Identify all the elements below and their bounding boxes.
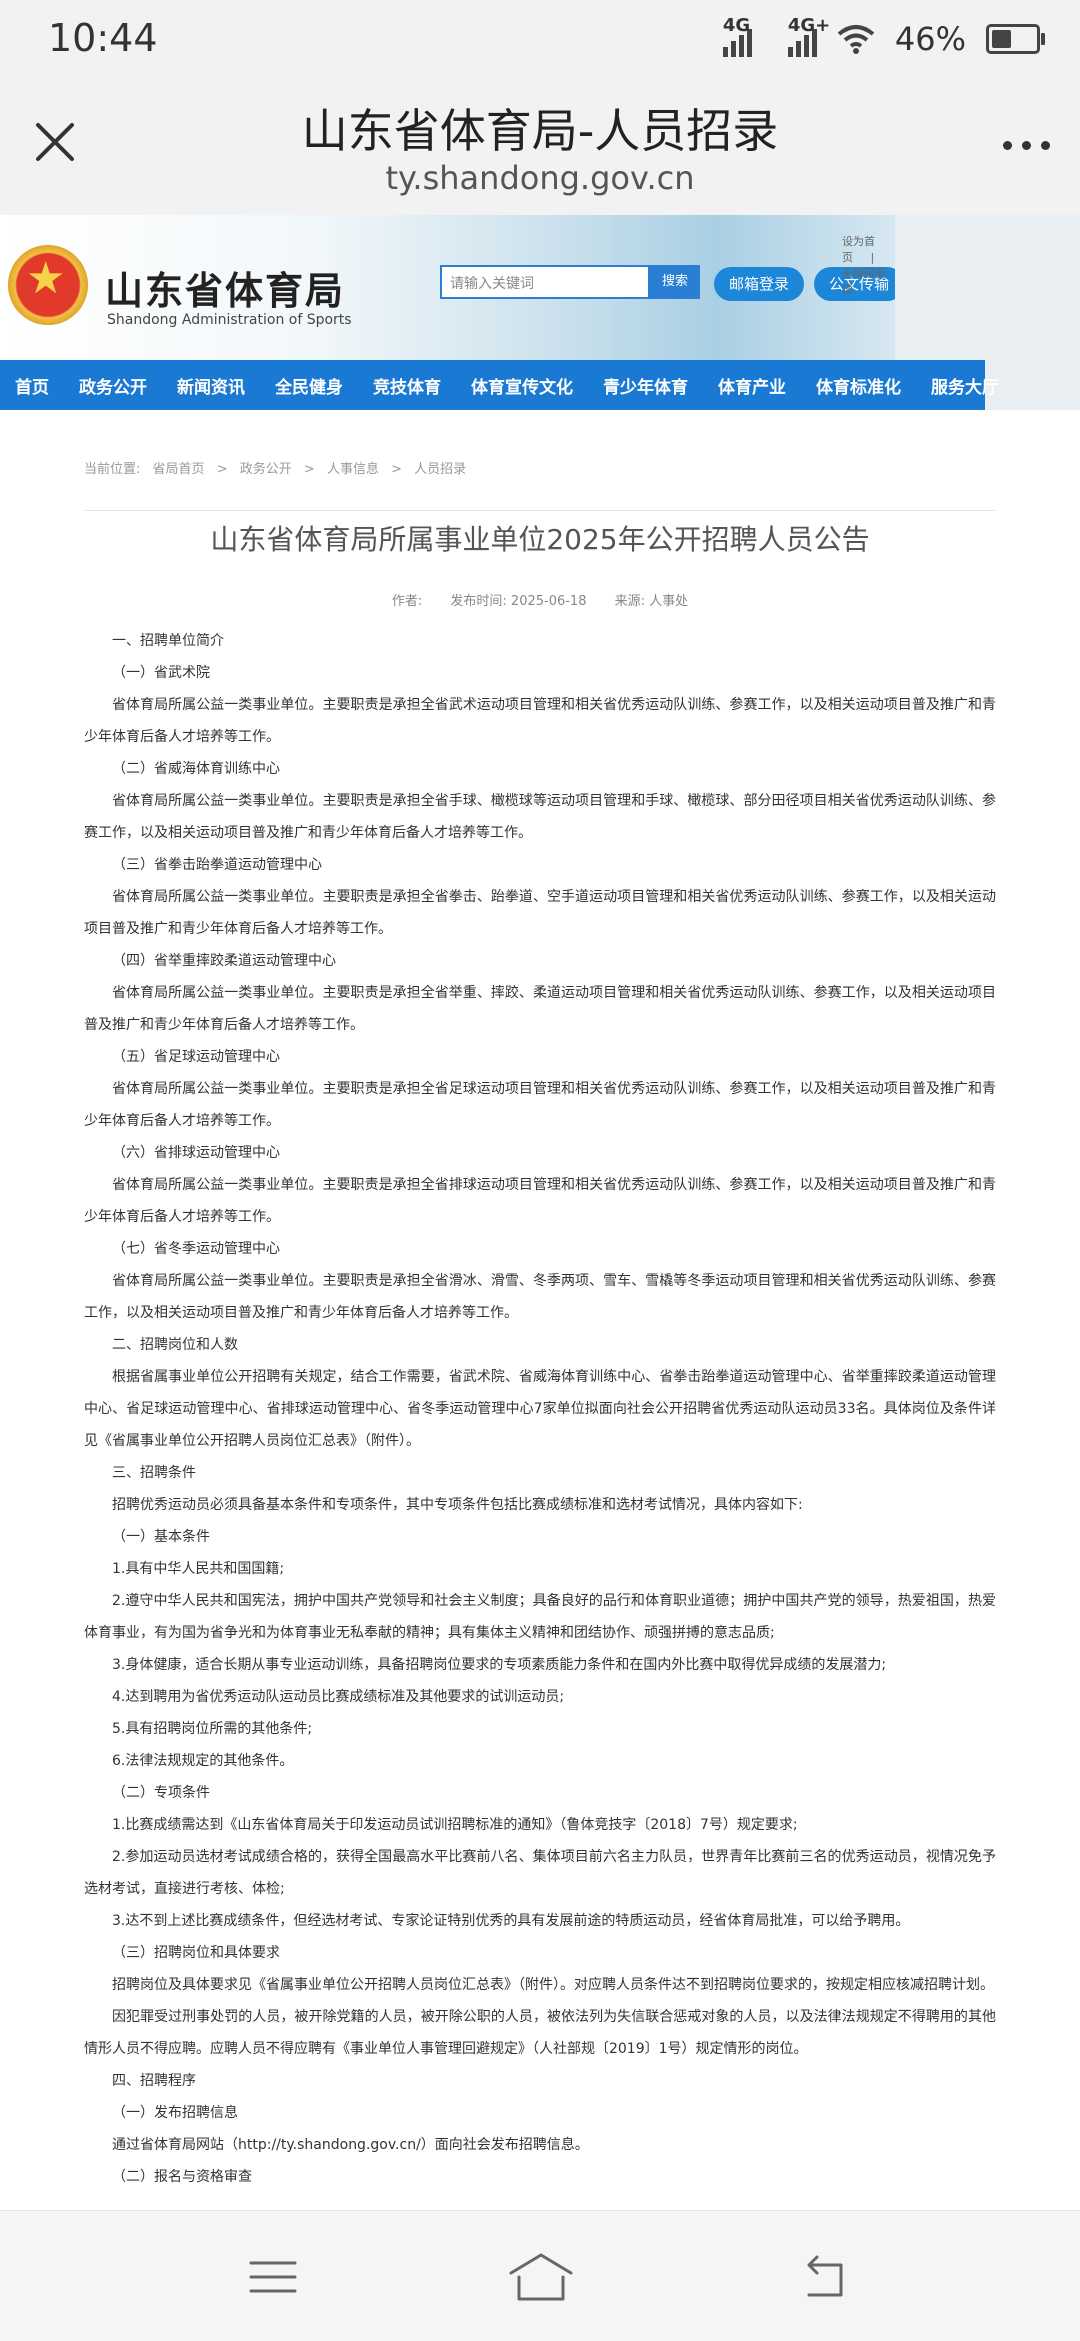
signal-4g-icon: 4G xyxy=(722,15,752,57)
wifi-icon xyxy=(837,25,875,54)
page-title: 山东省体育局-人员招录 xyxy=(301,104,779,158)
article-paragraph: 6.法律法规规定的其他条件。 xyxy=(112,1753,294,1769)
article-paragraph: （一）发布招聘信息 xyxy=(112,2105,238,2121)
top-links: 设为首页 | 无障碍阅读 xyxy=(842,233,895,297)
article-paragraph: （一）省武术院 xyxy=(112,665,210,681)
article-paragraph: 省体育局所属公益一类事业单位。主要职责是承担全省排球运动项目管理和相关省优秀运动… xyxy=(84,1177,996,1225)
site-header: ★ 山东省体育局 Shandong Administration of Spor… xyxy=(0,215,1080,410)
article-paragraph: 2.参加运动员选材考试成绩合格的，获得全国最高水平比赛前八名、集体项目前六名主力… xyxy=(84,1849,996,1897)
breadcrumb-home[interactable]: 省局首页 xyxy=(153,462,205,477)
breadcrumb-separator: > xyxy=(391,462,402,477)
article-paragraph: （三）省拳击跆拳道运动管理中心 xyxy=(112,857,322,873)
nav-item-standardization[interactable]: 体育标准化 xyxy=(801,373,916,398)
article-content: 当前位置: 省局首页 > 政务公开 > 人事信息 > 人员招录 山东省体育局所属… xyxy=(0,410,1080,2210)
article-paragraph: 3.身体健康，适合长期从事专业运动训练，具备招聘岗位要求的专项素质能力条件和在国… xyxy=(112,1657,887,1673)
article-paragraph: 省体育局所属公益一类事业单位。主要职责是承担全省举重、摔跤、柔道运动项目管理和相… xyxy=(84,985,996,1033)
page-url: ty.shandong.gov.cn xyxy=(385,159,695,197)
article-paragraph: 4.达到聘用为省优秀运动队运动员比赛成绩标准及其他要求的试训运动员; xyxy=(112,1689,565,1705)
nav-item-fitness[interactable]: 全民健身 xyxy=(260,373,358,398)
article-paragraph: 三、招聘条件 xyxy=(112,1465,196,1481)
article-paragraph: 省体育局所属公益一类事业单位。主要职责是承担全省拳击、跆拳道、空手道运动项目管理… xyxy=(84,889,996,937)
article-paragraph: （二）专项条件 xyxy=(112,1785,210,1801)
divider xyxy=(84,510,996,511)
article-paragraph: （五）省足球运动管理中心 xyxy=(112,1049,280,1065)
browser-top-bar: 山东省体育局-人员招录 ty.shandong.gov.cn xyxy=(0,85,1080,215)
nav-item-youth-sports[interactable]: 青少年体育 xyxy=(588,373,703,398)
article-paragraph: 省体育局所属公益一类事业单位。主要职责是承担全省手球、橄榄球等运动项目管理和手球… xyxy=(84,793,996,841)
nav-item-service-hall[interactable]: 服务大厅 xyxy=(916,373,1014,398)
article-paragraph: 1.具有中华人民共和国国籍; xyxy=(112,1561,285,1577)
nav-item-sports-industry[interactable]: 体育产业 xyxy=(703,373,801,398)
more-menu-icon[interactable] xyxy=(1003,141,1050,150)
status-time: 10:44 xyxy=(48,16,158,60)
article-paragraph: 因犯罪受过刑事处罚的人员，被开除党籍的人员，被开除公职的人员，被依法列为失信联合… xyxy=(84,2009,996,2057)
article-paragraph: （二）省威海体育训练中心 xyxy=(112,761,280,777)
status-bar: 10:44 4G 4G+ 46% xyxy=(0,0,1080,85)
article-paragraph: 5.具有招聘岗位所需的其他条件; xyxy=(112,1721,313,1737)
article-paragraph: 二、招聘岗位和人数 xyxy=(112,1337,238,1353)
menu-icon[interactable] xyxy=(243,2247,303,2307)
article-paragraph: （七）省冬季运动管理中心 xyxy=(112,1241,280,1257)
national-emblem-icon: ★ xyxy=(8,245,88,325)
article-source: 来源: 人事处 xyxy=(614,594,689,609)
article-paragraph: 根据省属事业单位公开招聘有关规定，结合工作需要，省武术院、省威海体育训练中心、省… xyxy=(84,1369,996,1449)
article-meta: 作者: 发布时间: 2025-06-18 来源: 人事处 xyxy=(0,590,1080,609)
breadcrumb-separator: > xyxy=(216,462,228,477)
article-paragraph: 省体育局所属公益一类事业单位。主要职责是承担全省足球运动项目管理和相关省优秀运动… xyxy=(84,1081,996,1129)
breadcrumb: 当前位置: 省局首页 > 政务公开 > 人事信息 > 人员招录 xyxy=(84,458,474,477)
article-paragraph: 通过省体育局网站（http://ty.shandong.gov.cn/）面向社会… xyxy=(112,2137,589,2153)
article-paragraph: （三）招聘岗位和具体要求 xyxy=(112,1945,280,1961)
site-name: 山东省体育局 xyxy=(105,269,346,313)
main-nav: 首页 政务公开 新闻资讯 全民健身 竞技体育 体育宣传文化 青少年体育 体育产业… xyxy=(0,360,999,410)
article-paragraph: 3.达不到上述比赛成绩条件，但经选材考试、专家论证特别优秀的具有发展前途的特质运… xyxy=(112,1913,910,1929)
article-paragraph: 省体育局所属公益一类事业单位。主要职责是承担全省武术运动项目管理和相关省优秀运动… xyxy=(84,697,996,745)
breadcrumb-label: 当前位置: xyxy=(84,462,141,477)
header-banner: ★ 山东省体育局 Shandong Administration of Spor… xyxy=(0,215,895,360)
back-icon[interactable] xyxy=(795,2247,855,2307)
nav-item-news[interactable]: 新闻资讯 xyxy=(162,373,260,398)
breadcrumb-recruitment[interactable]: 人员招录 xyxy=(414,462,466,477)
article-author: 作者: xyxy=(391,594,423,609)
search-button[interactable]: 搜索 xyxy=(650,265,700,299)
signal-4g-plus-icon: 4G+ xyxy=(787,15,830,57)
article-title: 山东省体育局所属事业单位2025年公开招聘人员公告 xyxy=(210,523,870,556)
article-body: 一、招聘单位简介 （一）省武术院省体育局所属公益一类事业单位。主要职责是承担全省武… xyxy=(84,625,996,2193)
home-icon[interactable] xyxy=(505,2247,577,2307)
article-paragraph: 2.遵守中华人民共和国宪法，拥护中国共产党领导和社会主义制度；具备良好的品行和体… xyxy=(84,1593,996,1641)
breadcrumb-gov-affairs[interactable]: 政务公开 xyxy=(240,462,292,477)
article-paragraph: 招聘优秀运动员必须具备基本条件和专项条件，其中专项条件包括比赛成绩标准和选材考试… xyxy=(112,1497,803,1513)
nav-item-sports-culture[interactable]: 体育宣传文化 xyxy=(456,373,588,398)
breadcrumb-personnel[interactable]: 人事信息 xyxy=(327,462,379,477)
bottom-nav-bar xyxy=(0,2210,1080,2341)
accessibility-link[interactable]: 无障碍阅读 xyxy=(842,267,886,296)
battery-percent: 46% xyxy=(894,20,966,58)
mail-login-button[interactable]: 邮箱登录 xyxy=(714,267,804,301)
nav-item-competitive-sports[interactable]: 竞技体育 xyxy=(358,373,456,398)
article-paragraph: 省体育局所属公益一类事业单位。主要职责是承担全省滑冰、滑雪、冬季两项、雪车、雪橇… xyxy=(84,1273,996,1321)
article-paragraph: （六）省排球运动管理中心 xyxy=(112,1145,280,1161)
article-paragraph: （二）报名与资格审查 xyxy=(112,2169,252,2185)
divider: | xyxy=(870,251,875,264)
battery-icon xyxy=(986,24,1045,54)
article-paragraph: （一）基本条件 xyxy=(112,1529,210,1545)
status-icons: 4G 4G+ 46% xyxy=(722,15,1045,58)
nav-item-home[interactable]: 首页 xyxy=(0,373,64,398)
article-paragraph: 一、招聘单位简介 xyxy=(112,633,224,649)
article-date: 发布时间: 2025-06-18 xyxy=(450,594,587,609)
article-paragraph: 1.比赛成绩需达到《山东省体育局关于印发运动员试训招聘标准的通知》（鲁体竞技字〔… xyxy=(112,1817,798,1833)
nav-item-gov-affairs[interactable]: 政务公开 xyxy=(64,373,162,398)
article-paragraph: 四、招聘程序 xyxy=(112,2073,196,2089)
article-paragraph: （四）省举重摔跤柔道运动管理中心 xyxy=(112,953,336,969)
breadcrumb-separator: > xyxy=(303,462,315,477)
site-name-en: Shandong Administration of Sports xyxy=(107,312,352,328)
search-input[interactable]: 请输入关键词 xyxy=(440,265,650,299)
article-paragraph: 招聘岗位及具体要求见《省属事业单位公开招聘人员岗位汇总表》（附件）。对应聘人员条… xyxy=(112,1977,994,1993)
